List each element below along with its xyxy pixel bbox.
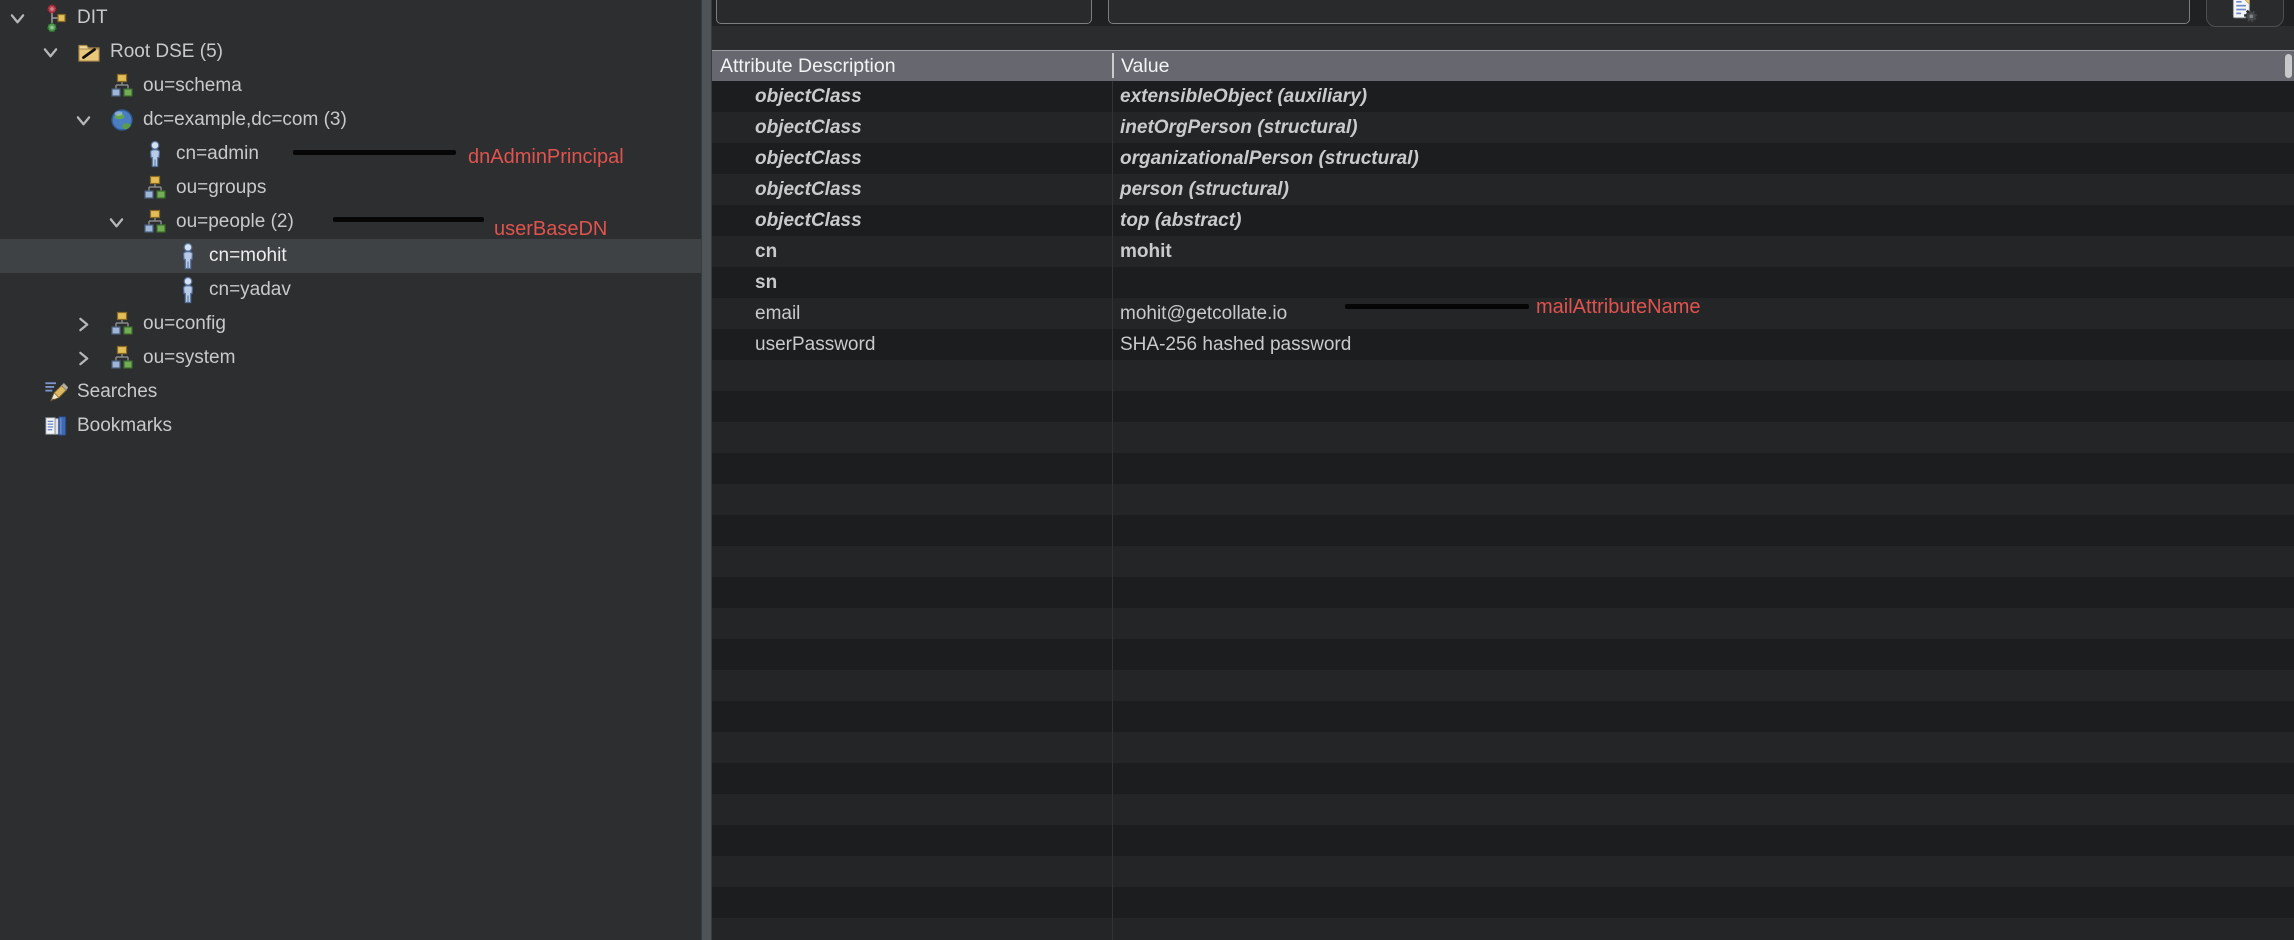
tree-item-label: DIT bbox=[77, 7, 108, 29]
chevron-down-icon[interactable] bbox=[107, 215, 143, 230]
chevron-right-icon[interactable] bbox=[74, 351, 110, 366]
tree-item-dit[interactable]: DIT bbox=[0, 1, 701, 35]
attribute-name-cell: objectClass bbox=[712, 86, 1112, 108]
org-unit-icon bbox=[143, 174, 167, 202]
column-divider bbox=[1112, 81, 1113, 940]
table-row-email-7[interactable]: emailmohit@getcollate.io bbox=[712, 298, 2294, 329]
attribute-name-cell: objectClass bbox=[712, 210, 1112, 232]
table-row-objectclass-4[interactable]: objectClasstop (abstract) bbox=[712, 205, 2294, 236]
annotation-line-user-base-dn bbox=[333, 217, 484, 222]
column-resize-handle[interactable] bbox=[1112, 53, 1114, 78]
vertical-scrollbar-thumb[interactable] bbox=[2285, 54, 2292, 78]
person-icon bbox=[176, 276, 200, 304]
tree-item-label: ou=config bbox=[143, 313, 226, 335]
table-row-objectclass-2[interactable]: objectClassorganizationalPerson (structu… bbox=[712, 143, 2294, 174]
attribute-value-cell: person (structural) bbox=[1112, 179, 1289, 201]
directory-tree: DITRoot DSE (5) ou=schema dc=example,dc=co… bbox=[0, 0, 701, 940]
tree-item-ou-config[interactable]: ou=config bbox=[0, 307, 701, 341]
quick-filter-value-input[interactable] bbox=[1108, 0, 2190, 24]
person-icon bbox=[143, 140, 167, 168]
entry-editor-settings-button[interactable] bbox=[2206, 0, 2284, 27]
annotation-line-mail-attribute-name bbox=[1345, 304, 1529, 309]
person-icon bbox=[176, 242, 200, 270]
org-unit-icon bbox=[110, 310, 134, 338]
bookmarks-icon bbox=[44, 412, 68, 440]
table-row-cn-5[interactable]: cnmohit bbox=[712, 236, 2294, 267]
org-unit-icon bbox=[110, 72, 134, 100]
searches-icon bbox=[44, 378, 68, 406]
ldap-browser-window: DITRoot DSE (5) ou=schema dc=example,dc=co… bbox=[0, 0, 2294, 940]
attribute-name-cell: objectClass bbox=[712, 179, 1112, 201]
dit-icon bbox=[44, 4, 68, 32]
tree-item-label: Bookmarks bbox=[77, 415, 172, 437]
chevron-down-icon[interactable] bbox=[8, 11, 44, 26]
attribute-value-cell: SHA-256 hashed password bbox=[1112, 334, 1351, 356]
tree-item-label: cn=yadav bbox=[209, 279, 291, 301]
table-row-objectclass-0[interactable]: objectClassextensibleObject (auxiliary) bbox=[712, 81, 2294, 112]
attribute-name-cell: email bbox=[712, 303, 1112, 325]
org-unit-icon bbox=[110, 344, 134, 372]
attribute-name-cell: objectClass bbox=[712, 148, 1112, 170]
attribute-value-cell: top (abstract) bbox=[1112, 210, 1241, 232]
attribute-name-cell: sn bbox=[712, 272, 1112, 294]
tree-item-label: ou=groups bbox=[176, 177, 266, 199]
tree-item-label: Searches bbox=[77, 381, 157, 403]
table-row-objectclass-3[interactable]: objectClassperson (structural) bbox=[712, 174, 2294, 205]
attribute-name-cell: userPassword bbox=[712, 334, 1112, 356]
table-row-userpassword-8[interactable]: userPasswordSHA-256 hashed password bbox=[712, 329, 2294, 360]
column-header-attribute-description[interactable]: Attribute Description bbox=[712, 55, 1112, 78]
panel-splitter[interactable] bbox=[701, 0, 712, 940]
table-row-objectclass-1[interactable]: objectClassinetOrgPerson (structural) bbox=[712, 112, 2294, 143]
chevron-down-icon[interactable] bbox=[74, 113, 110, 128]
tree-item-ou-schema[interactable]: ou=schema bbox=[0, 69, 701, 103]
tree-item-dc-example-dc-com-3[interactable]: dc=example,dc=com (3) bbox=[0, 103, 701, 137]
domain-icon bbox=[110, 106, 134, 134]
attribute-table-header: Attribute Description Value bbox=[712, 50, 2294, 81]
tree-item-ou-system[interactable]: ou=system bbox=[0, 341, 701, 375]
column-header-value[interactable]: Value bbox=[1112, 55, 1169, 78]
annotation-label-dn-admin-principal: dnAdminPrincipal bbox=[468, 146, 624, 169]
tree-item-label: cn=mohit bbox=[209, 245, 287, 267]
quick-filter-attribute-input[interactable] bbox=[716, 0, 1092, 24]
tree-item-searches[interactable]: Searches bbox=[0, 375, 701, 409]
chevron-right-icon[interactable] bbox=[74, 317, 110, 332]
document-gear-icon bbox=[2230, 0, 2260, 25]
tree-item-label: dc=example,dc=com (3) bbox=[143, 109, 347, 131]
attribute-value-cell: extensibleObject (auxiliary) bbox=[1112, 86, 1367, 108]
tree-item-label: Root DSE (5) bbox=[110, 41, 223, 63]
tree-item-label: ou=people (2) bbox=[176, 211, 294, 233]
tree-item-label: cn=admin bbox=[176, 143, 259, 165]
tree-item-cn-yadav[interactable]: cn=yadav bbox=[0, 273, 701, 307]
tree-item-root-dse-5[interactable]: Root DSE (5) bbox=[0, 35, 701, 69]
org-unit-icon bbox=[143, 208, 167, 236]
annotation-label-mail-attribute-name: mailAttributeName bbox=[1536, 296, 1701, 319]
tree-item-cn-mohit[interactable]: cn=mohit bbox=[0, 239, 701, 273]
annotation-label-user-base-dn: userBaseDN bbox=[494, 218, 607, 241]
root-dse-icon bbox=[77, 38, 101, 66]
tree-item-label: ou=schema bbox=[143, 75, 242, 97]
tree-item-ou-groups[interactable]: ou=groups bbox=[0, 171, 701, 205]
tree-item-label: ou=system bbox=[143, 347, 235, 369]
attribute-table-body: objectClassextensibleObject (auxiliary)o… bbox=[712, 81, 2294, 940]
attribute-value-cell: mohit@getcollate.io bbox=[1112, 303, 1287, 325]
attribute-value-cell: mohit bbox=[1112, 241, 1172, 263]
chevron-down-icon[interactable] bbox=[41, 45, 77, 60]
attribute-value-cell: organizationalPerson (structural) bbox=[1112, 148, 1419, 170]
annotation-line-dn-admin-principal bbox=[293, 150, 456, 155]
attribute-value-cell: inetOrgPerson (structural) bbox=[1112, 117, 1358, 139]
attribute-name-cell: objectClass bbox=[712, 117, 1112, 139]
table-row-sn-6[interactable]: sn bbox=[712, 267, 2294, 298]
attribute-name-cell: cn bbox=[712, 241, 1112, 263]
tree-item-bookmarks[interactable]: Bookmarks bbox=[0, 409, 701, 443]
